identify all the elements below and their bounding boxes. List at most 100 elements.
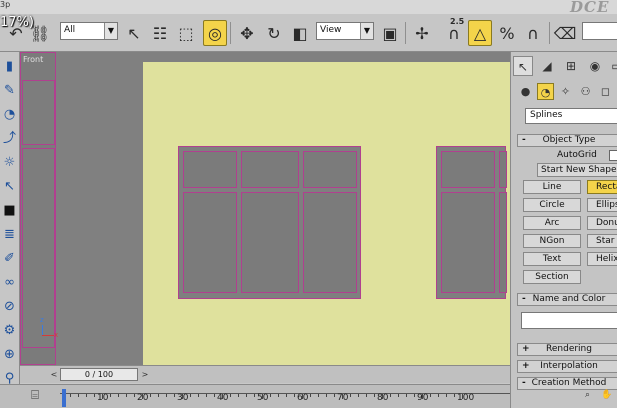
select-object-icon[interactable]: ↖ [122,20,146,46]
motion-icon[interactable]: ⤴ [1,130,18,147]
window-pane[interactable] [499,151,507,188]
object-type-rollout-header[interactable]: - Object Type [517,134,617,147]
layers-icon[interactable]: ≣ [1,226,18,243]
object-type-button[interactable]: Section [523,270,581,284]
scale-icon[interactable]: ◧ [288,20,312,46]
name-and-color-rollout-header[interactable]: - Name and Color [517,293,617,306]
track-minor-tick [166,394,167,397]
display-tab-icon[interactable]: ▭ [607,56,617,76]
blend-icon[interactable]: ⊘ [1,298,18,315]
percent-snap-icon[interactable]: % [495,20,519,46]
window-pane[interactable] [241,192,299,293]
track-tick-label: 30 [177,393,189,403]
main-toolbar: 17%) ↶ ⛓ All ▼ ↖ ☷ ⬚ ◎ ✥ ↻ ◧ View ▼ ▣ ✢ … [0,14,617,52]
named-selection-icon[interactable]: ⌫ [553,20,577,46]
start-new-shape-button[interactable]: Start New Shape [537,163,617,177]
select-manipulate-icon[interactable]: ✢ [410,20,434,46]
rotate-icon[interactable]: ↻ [262,20,286,46]
window-pane[interactable] [303,151,357,188]
window-pane[interactable] [241,151,299,188]
viewport-label[interactable]: Front [23,55,43,64]
window-crossing-icon[interactable]: ◎ [203,20,227,46]
track-view-icon[interactable]: ⌸ [26,388,44,404]
display-icon[interactable]: ☼ [1,154,18,171]
object-type-button[interactable]: Line [523,180,581,194]
object-type-button[interactable]: Circle [523,198,581,212]
creation-method-rollout-header[interactable]: - Creation Method [517,377,617,390]
create-tab-icon[interactable]: ↖ [513,56,533,76]
pan-icon[interactable]: ✋ [601,390,613,404]
select-by-name-icon[interactable]: ☷ [148,20,172,46]
axis-z-line [42,325,43,335]
reference-coordinate-dropdown[interactable]: View ▼ [316,22,374,40]
named-selection-set-field[interactable] [582,22,617,40]
rendering-rollout-header[interactable]: + Rendering [517,343,617,356]
motion-tab-icon[interactable]: ◉ [585,56,605,76]
block-icon[interactable]: ■ [1,202,18,219]
interpolation-rollout-header[interactable]: + Interpolation [517,360,617,373]
track-minor-tick [286,394,287,397]
window-pane[interactable] [183,192,237,293]
spinner-snap-icon[interactable]: ∩ [521,20,545,46]
window-pane[interactable] [441,151,495,188]
autogrid-checkbox[interactable] [609,150,617,161]
object-type-button[interactable]: Arc [523,216,581,230]
helpers-sub-icon[interactable]: ◻ [597,83,614,100]
target-icon[interactable]: ⊕ [1,346,18,363]
edit-icon[interactable]: ✐ [1,250,18,267]
object-type-button[interactable]: Helix [587,252,617,266]
track-minor-tick [94,394,95,397]
category-dropdown[interactable]: Splines [525,108,617,124]
axis-z-label: z [40,316,44,324]
brush-icon[interactable]: ✎ [1,82,18,99]
frame-cursor[interactable] [62,389,66,407]
object-type-button[interactable]: Donut [587,216,617,230]
front-viewport[interactable]: Front z x [20,52,510,365]
track-tick-label: 50 [257,393,269,403]
snap-toggle-icon[interactable]: 2.5 ∩ [442,17,466,46]
settings-gear-icon[interactable]: ⚙ [1,322,18,339]
object-type-button[interactable]: Rectangle [587,180,617,194]
time-slider-thumb[interactable]: 0 / 100 [60,368,138,381]
window-frame[interactable] [178,146,361,299]
track-minor-tick [294,394,295,397]
geometry-sub-icon[interactable]: ● [517,83,534,100]
lights-sub-icon[interactable]: ✧ [557,83,574,100]
time-slider[interactable]: 0 / 100 < > [20,365,510,383]
hierarchy-icon[interactable]: ◔ [1,106,18,123]
window-frame[interactable] [436,146,507,299]
cameras-sub-icon[interactable]: ⚇ [577,83,594,100]
track-minor-tick [126,394,127,397]
create-icon[interactable]: ▮ [1,58,18,75]
track-minor-tick [246,394,247,397]
pointer-icon[interactable]: ↖ [1,178,18,195]
window-pane[interactable] [441,192,495,293]
object-name-input[interactable] [521,312,617,329]
zoom-icon[interactable]: ⌕ [585,390,597,404]
shapes-sub-icon[interactable]: ◔ [537,83,554,100]
collapse-sign: - [522,294,526,304]
hierarchy-tab-icon[interactable]: ⊞ [561,56,581,76]
track-minor-tick [86,394,87,397]
loop-icon[interactable]: ∞ [1,274,18,291]
move-icon[interactable]: ✥ [235,20,259,46]
object-type-button[interactable]: NGon [523,234,581,248]
track-tick-label: 70 [337,393,349,403]
angle-snap-icon[interactable]: △ [468,20,492,46]
window-pane[interactable] [183,151,237,188]
next-frame-arrow[interactable]: > [139,368,151,381]
chevron-down-icon: ▼ [104,23,117,39]
track-tick-label: 20 [137,393,149,403]
track-minor-tick [238,394,239,397]
prev-frame-arrow[interactable]: < [48,368,60,381]
pivot-center-icon[interactable]: ▣ [378,20,402,46]
object-type-button[interactable]: Ellipse [587,198,617,212]
window-pane[interactable] [303,192,357,293]
object-type-button[interactable]: Star [587,234,617,248]
object-type-button[interactable]: Text [523,252,581,266]
track-bar[interactable]: ⌸ 10 20 30 40 50 60 70 80 90 100 [0,384,510,408]
selection-filter-dropdown[interactable]: All ▼ [60,22,118,40]
modify-tab-icon[interactable]: ◢ [537,56,557,76]
rectangular-selection-icon[interactable]: ⬚ [174,20,198,46]
window-pane[interactable] [499,192,507,293]
